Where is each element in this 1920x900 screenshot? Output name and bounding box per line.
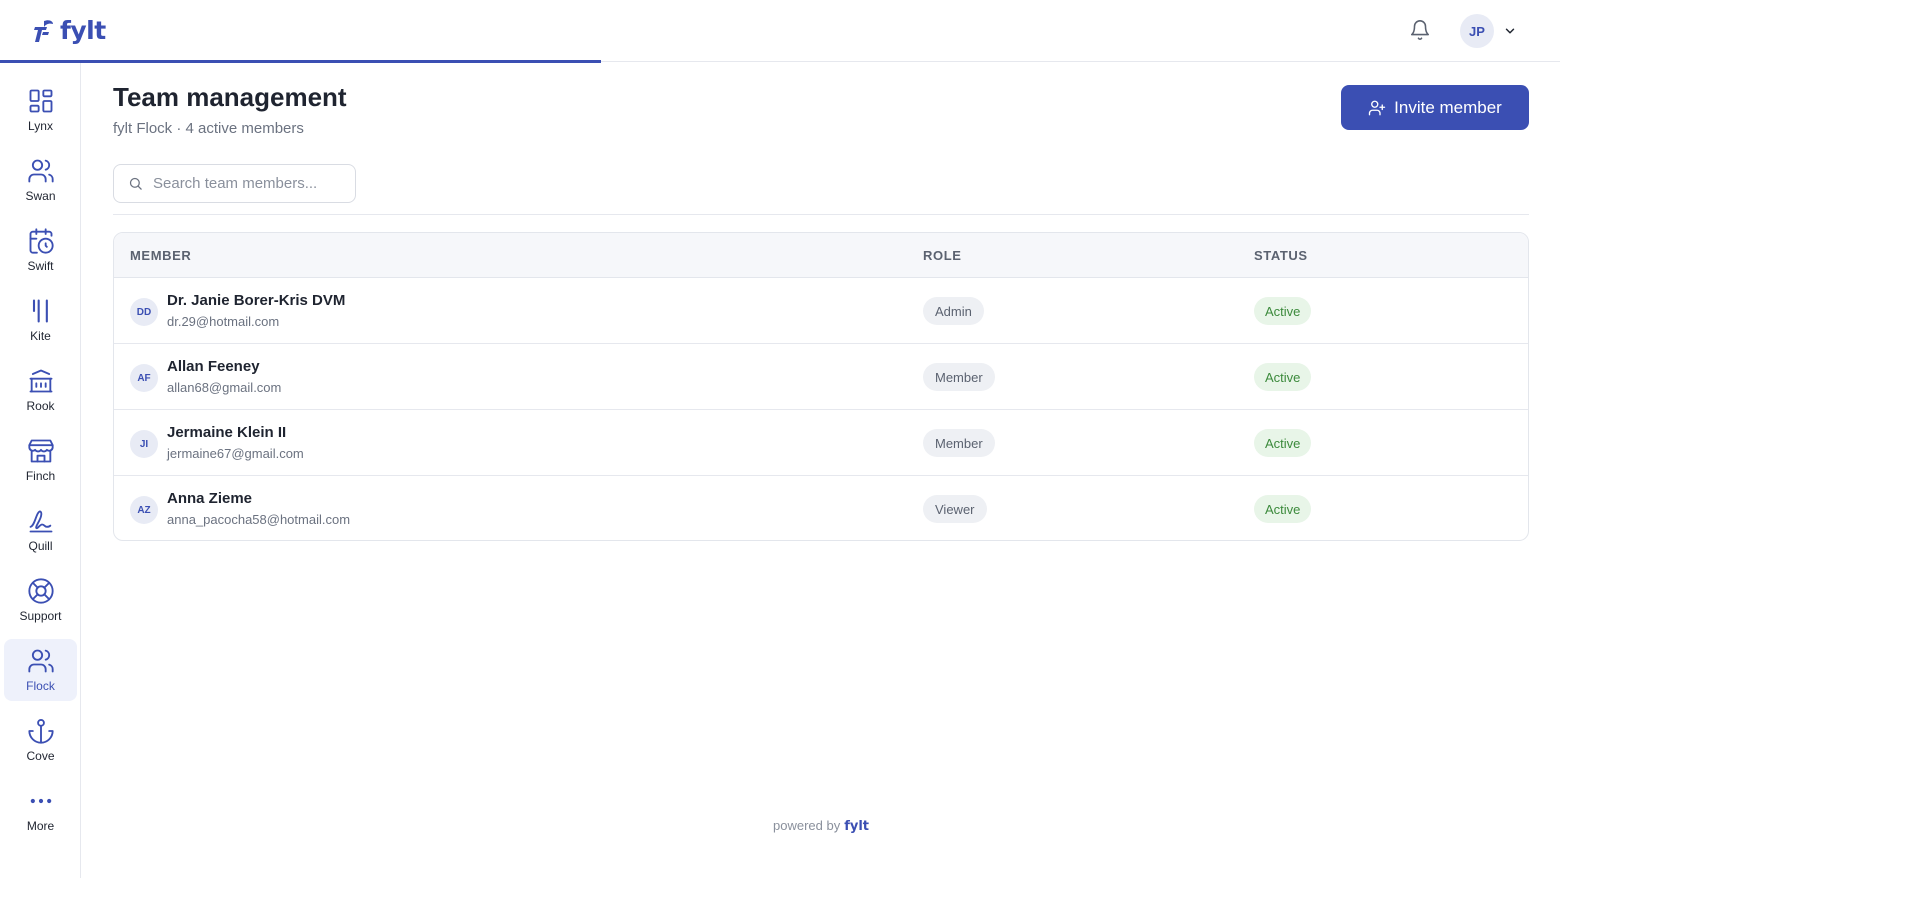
- team-table: MEMBER ROLE STATUS DD Dr. Janie Borer-Kr…: [113, 232, 1529, 541]
- loading-progress-bar: [0, 60, 601, 63]
- footer-brand-link[interactable]: fylt: [844, 819, 869, 834]
- signature-icon: [29, 510, 52, 533]
- sidebar-item-label: Lynx: [28, 119, 53, 133]
- sidebar-item-label: Finch: [25, 469, 56, 483]
- sidebar-item-label: Quill: [28, 539, 53, 553]
- member-name: Allan Feeney: [167, 358, 260, 375]
- utensils-icon: [32, 299, 48, 323]
- anchor-icon: [27, 718, 54, 744]
- sidebar-item-label: Rook: [26, 399, 55, 413]
- sidebar-item-swan[interactable]: Swan: [4, 149, 77, 211]
- chevron-down-icon[interactable]: [1503, 24, 1517, 38]
- role-badge[interactable]: Admin: [923, 297, 984, 325]
- member-email: allan68@gmail.com: [167, 380, 282, 395]
- fylt-logo-icon: [34, 19, 53, 42]
- table-header: MEMBER ROLE STATUS: [114, 233, 1528, 278]
- sidebar-item-label: Cove: [26, 749, 55, 763]
- search-input[interactable]: [153, 175, 333, 192]
- calendar-clock-icon: [29, 228, 54, 254]
- top-bar: fylt JP: [0, 0, 1560, 62]
- role-badge[interactable]: Member: [923, 363, 995, 391]
- sidebar-item-support[interactable]: Support: [4, 569, 77, 631]
- users-icon: [27, 159, 54, 183]
- page-title: Team management: [113, 82, 347, 112]
- table-row[interactable]: JI Jermaine Klein II jermaine67@gmail.co…: [114, 410, 1528, 476]
- divider: [113, 214, 1529, 215]
- brand-logo[interactable]: fylt: [30, 16, 106, 45]
- sidebar-item-more[interactable]: More: [4, 779, 77, 841]
- sidebar-item-flock[interactable]: Flock: [4, 639, 77, 701]
- sidebar: Lynx Swan Swift Kite Rook Finch Quill Su…: [0, 63, 81, 878]
- search-box[interactable]: [113, 164, 356, 203]
- sidebar-item-quill[interactable]: Quill: [4, 499, 77, 561]
- member-name: Anna Zieme: [167, 490, 253, 507]
- powered-by-text: powered by: [773, 818, 841, 833]
- sidebar-item-rook[interactable]: Rook: [4, 359, 77, 421]
- column-header-status[interactable]: STATUS: [1254, 248, 1308, 263]
- users-icon: [27, 649, 54, 673]
- grid-icon: [29, 89, 52, 113]
- sidebar-item-label: Support: [19, 609, 62, 623]
- lifebuoy-icon: [27, 578, 54, 604]
- invite-member-button[interactable]: Invite member: [1341, 85, 1529, 130]
- member-avatar: DD: [130, 298, 158, 326]
- bank-icon: [29, 369, 52, 393]
- user-avatar[interactable]: JP: [1460, 14, 1494, 48]
- sidebar-item-kite[interactable]: Kite: [4, 289, 77, 351]
- status-badge: Active: [1254, 297, 1312, 325]
- role-badge[interactable]: Member: [923, 429, 995, 457]
- member-name: Dr. Janie Borer-Kris DVM: [167, 292, 346, 309]
- member-email: dr.29@hotmail.com: [167, 314, 280, 329]
- status-badge: Active: [1254, 363, 1312, 391]
- status-badge: Active: [1254, 429, 1312, 457]
- table-row[interactable]: AF Allan Feeney allan68@gmail.com Member…: [114, 344, 1528, 410]
- user-plus-icon: [1368, 100, 1386, 115]
- sidebar-item-label: More: [26, 819, 55, 833]
- member-email: jermaine67@gmail.com: [167, 446, 304, 461]
- table-row[interactable]: AZ Anna Zieme anna_pacocha58@hotmail.com…: [114, 476, 1528, 540]
- sidebar-item-cove[interactable]: Cove: [4, 709, 77, 771]
- column-header-member[interactable]: MEMBER: [130, 248, 191, 263]
- more-dots-icon: [30, 798, 51, 804]
- sidebar-item-label: Flock: [26, 679, 55, 693]
- search-icon: [129, 177, 142, 190]
- sidebar-item-label: Kite: [30, 329, 51, 343]
- status-badge: Active: [1254, 495, 1312, 523]
- sidebar-item-label: Swift: [27, 259, 54, 273]
- member-avatar: JI: [130, 430, 158, 458]
- invite-member-label: Invite member: [1394, 97, 1502, 117]
- table-row[interactable]: DD Dr. Janie Borer-Kris DVM dr.29@hotmai…: [114, 278, 1528, 344]
- sidebar-item-lynx[interactable]: Lynx: [4, 79, 77, 141]
- bell-icon[interactable]: [1409, 18, 1431, 42]
- member-avatar: AF: [130, 364, 158, 392]
- sidebar-item-finch[interactable]: Finch: [4, 429, 77, 491]
- member-email: anna_pacocha58@hotmail.com: [167, 512, 351, 527]
- role-badge[interactable]: Viewer: [923, 495, 987, 523]
- page-subtitle: fylt Flock · 4 active members: [113, 120, 304, 137]
- column-header-role[interactable]: ROLE: [923, 248, 962, 263]
- sidebar-item-swift[interactable]: Swift: [4, 219, 77, 281]
- member-name: Jermaine Klein II: [167, 424, 287, 441]
- store-icon: [27, 439, 54, 463]
- member-avatar: AZ: [130, 496, 158, 524]
- brand-name: fylt: [60, 16, 106, 45]
- powered-by-footer: powered by fylt: [773, 818, 869, 834]
- sidebar-item-label: Swan: [25, 189, 56, 203]
